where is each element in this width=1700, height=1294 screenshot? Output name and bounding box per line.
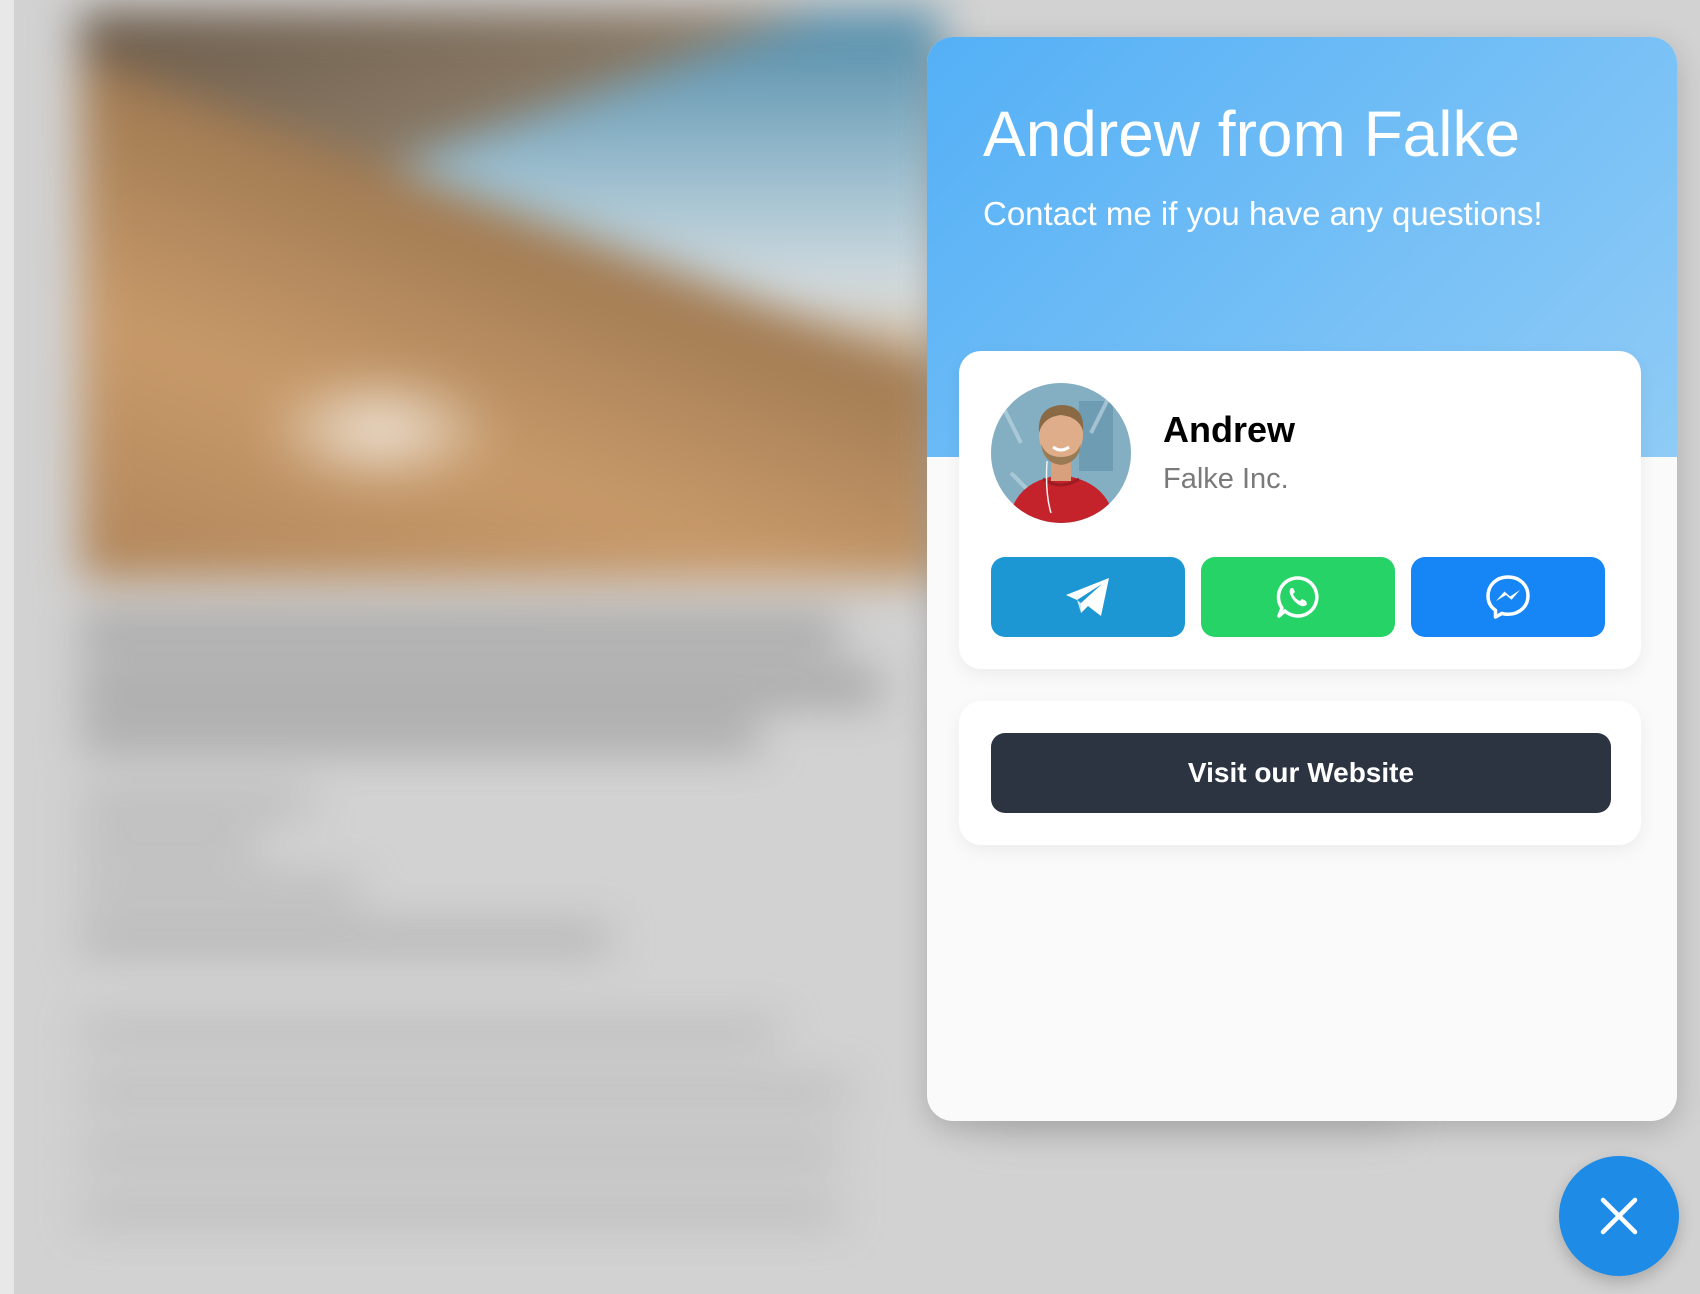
background-text: [80, 1202, 840, 1222]
background-text: [80, 1142, 840, 1162]
background-text: [80, 792, 310, 810]
background-text: [80, 672, 880, 702]
widget-title: Andrew from Falke: [983, 98, 1521, 170]
background-text: [80, 1022, 780, 1042]
page-edge: [0, 0, 14, 1294]
background-text: [80, 722, 760, 748]
agent-name: Andrew: [1163, 409, 1296, 450]
agent-card: Andrew Falke Inc.: [959, 351, 1641, 669]
widget-subtitle: Contact me if you have any questions!: [983, 195, 1543, 232]
visit-website-button[interactable]: Visit our Website: [991, 733, 1611, 813]
telegram-button[interactable]: [991, 557, 1185, 637]
avatar: [991, 383, 1131, 523]
background-text: [80, 618, 840, 648]
whatsapp-icon: [1276, 576, 1319, 618]
messenger-button[interactable]: [1411, 557, 1605, 637]
background-text: [80, 928, 610, 950]
background-photo: [80, 10, 940, 580]
messenger-icon: [1486, 575, 1530, 619]
avatar-photo: [991, 383, 1131, 523]
contact-widget: Andrew from Falke Contact me if you have…: [927, 37, 1677, 1121]
whatsapp-button[interactable]: [1201, 557, 1395, 637]
agent-company: Falke Inc.: [1163, 463, 1289, 495]
background-text: [80, 836, 260, 854]
background-text: [80, 882, 360, 900]
telegram-icon: [1066, 578, 1109, 616]
close-button[interactable]: [1559, 1156, 1679, 1276]
close-icon: [1600, 1197, 1638, 1235]
website-card: Visit our Website: [959, 701, 1641, 845]
background-text: [80, 1082, 850, 1102]
